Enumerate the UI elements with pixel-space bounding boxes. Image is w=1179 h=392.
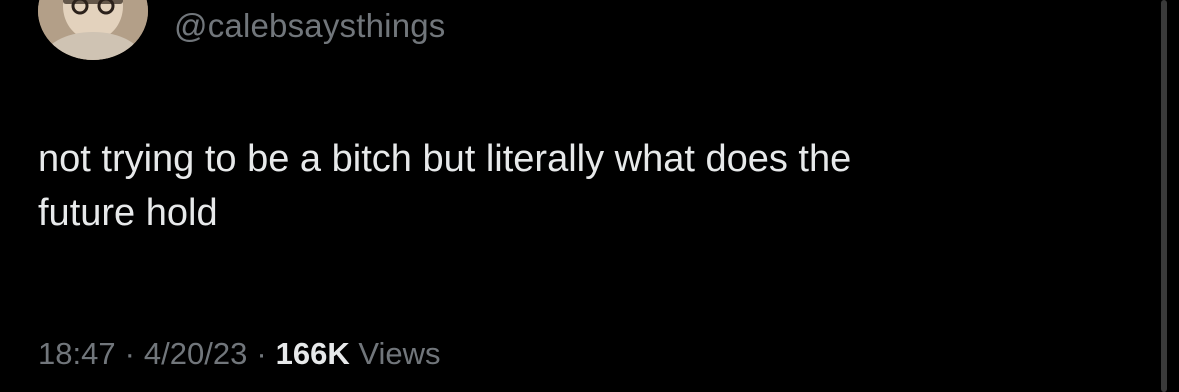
avatar-photo-icon [38,0,148,60]
tweet-time[interactable]: 18:47 [38,336,116,371]
tweet-text-line: not trying to be a bitch but literally w… [38,138,852,180]
views-label[interactable]: Views [358,336,440,371]
tweet-text: not trying to be a bitch but literally w… [38,132,1118,240]
tweet: @calebsaysthings not trying to be a bitc… [0,0,1179,392]
views-count[interactable]: 166K [276,336,350,371]
tweet-text-line: future hold [38,192,218,234]
scrollbar[interactable] [1161,0,1167,392]
tweet-date[interactable]: 4/20/23 [144,336,247,371]
separator: · [256,336,267,371]
avatar[interactable] [38,0,148,60]
separator: · [124,336,135,371]
tweet-metadata: 18:47 · 4/20/23 · 166K Views [38,334,441,374]
user-handle[interactable]: @calebsaysthings [174,6,446,46]
